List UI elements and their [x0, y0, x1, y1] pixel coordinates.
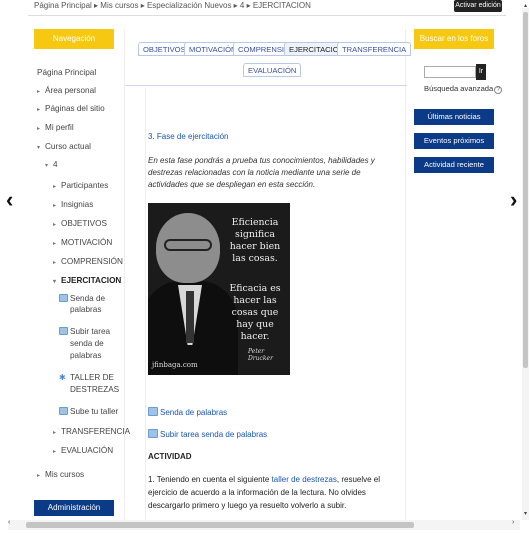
nav-item-home[interactable]: Página Principal	[37, 68, 96, 78]
top-bar: Página Principal ▸ Mis cursos ▸ Especial…	[28, 0, 506, 16]
section-tabs: OBJETIVOS MOTIVACIÓN COMPRENSIÓN EJERCIT…	[125, 38, 412, 86]
file-icon	[148, 407, 158, 416]
tab-transferencia[interactable]: TRANSFERENCIA	[337, 42, 412, 56]
nav-item-senda-de-palabras-cont[interactable]: palabras	[70, 305, 101, 315]
nav-item-subir-tarea[interactable]: Subir tarea	[59, 327, 110, 337]
poster-quote-efficacy: Eficacia es hacer las cosas que hay que …	[229, 283, 281, 342]
section-title: 3. Fase de ejercitación	[148, 132, 229, 141]
quote-poster-image: Eficiencia significa hacer bien las cosa…	[148, 203, 290, 375]
breadcrumb[interactable]: Página Principal ▸ Mis cursos ▸ Especial…	[34, 1, 311, 10]
poster-quote-efficiency: Eficiencia significa hacer bien las cosa…	[229, 217, 281, 264]
assignment-icon	[148, 429, 158, 438]
nav-item-motivacion[interactable]: ▸ MOTIVACIÓN	[53, 238, 112, 249]
collapsed-arrow-icon: ▸	[53, 449, 57, 455]
nav-item-my-courses[interactable]: ▸ Mis cursos	[37, 470, 84, 481]
administration-title[interactable]: Administración	[34, 500, 114, 516]
collapsed-arrow-icon: ▸	[37, 126, 41, 132]
collapsed-arrow-icon: ▸	[53, 184, 57, 190]
nav-item-subir-tarea-cont[interactable]: senda de	[70, 339, 104, 349]
tabs-divider	[125, 85, 407, 86]
activity-heading: ACTIVIDAD	[148, 452, 192, 461]
resource-link-senda[interactable]: Senda de palabras	[148, 407, 227, 417]
collapsed-arrow-icon: ▸	[37, 473, 41, 479]
nav-item-sube-tu-taller[interactable]: Sube tu taller	[59, 407, 118, 417]
taller-destrezas-link[interactable]: taller de destrezas	[272, 475, 337, 484]
nav-item-course-4[interactable]: ▾ 4	[45, 160, 58, 171]
poster-tie	[186, 291, 194, 343]
assignment-icon	[59, 407, 68, 415]
forum-search-input[interactable]	[424, 66, 476, 78]
main-content: OBJETIVOS MOTIVACIÓN COMPRENSIÓN EJERCIT…	[124, 29, 412, 521]
scroll-left-icon[interactable]: ‹	[8, 519, 10, 526]
vertical-scroll-thumb[interactable]	[523, 12, 528, 368]
tab-objetivos[interactable]: OBJETIVOS	[138, 42, 191, 56]
navigation-block: Navegación Página Principal ▸ Área person…	[34, 29, 130, 521]
expanded-arrow-icon: ▾	[53, 279, 57, 285]
upcoming-events-button[interactable]: Eventos próximos	[414, 133, 494, 149]
scroll-up-icon[interactable]: ▴	[522, 2, 529, 9]
star-icon: ✱	[59, 373, 66, 382]
collapsed-arrow-icon: ▸	[53, 260, 57, 266]
collapsed-arrow-icon: ▸	[53, 241, 57, 247]
expanded-arrow-icon: ▾	[45, 163, 49, 169]
activity-instructions: 1. Teniendo en cuenta el siguiente talle…	[148, 475, 381, 510]
nav-item-participants[interactable]: ▸ Participantes	[53, 181, 108, 192]
collapsed-arrow-icon: ▸	[37, 107, 41, 113]
nav-item-personal-area[interactable]: ▸ Área personal	[37, 86, 96, 97]
nav-item-objetivos[interactable]: ▸ OBJETIVOS	[53, 219, 107, 230]
nav-item-evaluacion[interactable]: ▸ EVALUACIÓN	[53, 446, 113, 457]
poster-site: jfinbaga.com	[152, 361, 198, 369]
nav-item-site-pages[interactable]: ▸ Páginas del sitio	[37, 104, 105, 115]
horizontal-scrollbar[interactable]: ‹ ›	[8, 519, 520, 530]
nav-item-taller-destrezas[interactable]: ✱ TALLER DE	[59, 373, 114, 383]
nav-item-taller-destrezas-cont[interactable]: DESTREZAS	[70, 385, 119, 395]
nav-item-transferencia[interactable]: ▸ TRANSFERENCIA	[53, 427, 130, 438]
recent-activity-button[interactable]: Actividad reciente	[414, 157, 494, 173]
resource-link-subir-tarea[interactable]: Subir tarea senda de palabras	[148, 429, 267, 439]
edit-mode-button[interactable]: Activar edición	[454, 0, 502, 12]
assignment-icon	[59, 327, 68, 335]
forum-search-title: Buscar en los foros	[414, 29, 494, 49]
scroll-down-icon[interactable]: ▾	[522, 510, 529, 517]
navigation-title: Navegación	[34, 29, 114, 49]
section-intro: En esta fase pondrás a prueba tus conoci…	[148, 156, 375, 189]
collapsed-arrow-icon: ▸	[53, 222, 57, 228]
poster-author: Peter Drucker	[248, 348, 273, 362]
nav-item-ejercitacion[interactable]: ▾ EJERCITACION	[53, 276, 121, 287]
collapsed-arrow-icon: ▸	[53, 430, 57, 436]
forum-search-button[interactable]: Ir	[476, 64, 486, 80]
tab-evaluacion[interactable]: EVALUACIÓN	[243, 63, 302, 77]
horizontal-scroll-thumb[interactable]	[26, 522, 414, 528]
nav-item-my-profile[interactable]: ▸ Mi perfil	[37, 123, 74, 134]
vertical-scrollbar[interactable]: ▴ ▾	[522, 3, 529, 520]
nav-item-senda-de-palabras[interactable]: Senda de	[59, 294, 105, 304]
next-arrow-icon[interactable]: ›	[510, 188, 517, 212]
section-content: 3. Fase de ejercitación En esta fase pon…	[145, 89, 407, 521]
previous-arrow-icon[interactable]: ‹	[6, 188, 13, 212]
nav-item-badges[interactable]: ▸ Insignias	[53, 200, 93, 211]
nav-item-comprension[interactable]: ▸ COMPRENSIÓN	[53, 257, 123, 268]
advanced-search-link[interactable]: Búsqueda avanzada?	[424, 84, 503, 94]
latest-news-button[interactable]: Últimas noticias	[414, 109, 494, 125]
collapsed-arrow-icon: ▸	[53, 203, 57, 209]
file-icon	[59, 294, 68, 302]
right-sidebar: Buscar en los foros Ir Búsqueda avanzada…	[414, 29, 503, 189]
expanded-arrow-icon: ▾	[37, 145, 41, 151]
help-icon[interactable]: ?	[494, 86, 503, 94]
nav-item-current-course[interactable]: ▾ Curso actual	[37, 142, 91, 153]
scroll-right-icon[interactable]: ›	[512, 519, 514, 526]
collapsed-arrow-icon: ▸	[37, 89, 41, 95]
poster-glasses	[164, 239, 212, 251]
nav-item-subir-tarea-cont-2[interactable]: palabras	[70, 351, 101, 361]
